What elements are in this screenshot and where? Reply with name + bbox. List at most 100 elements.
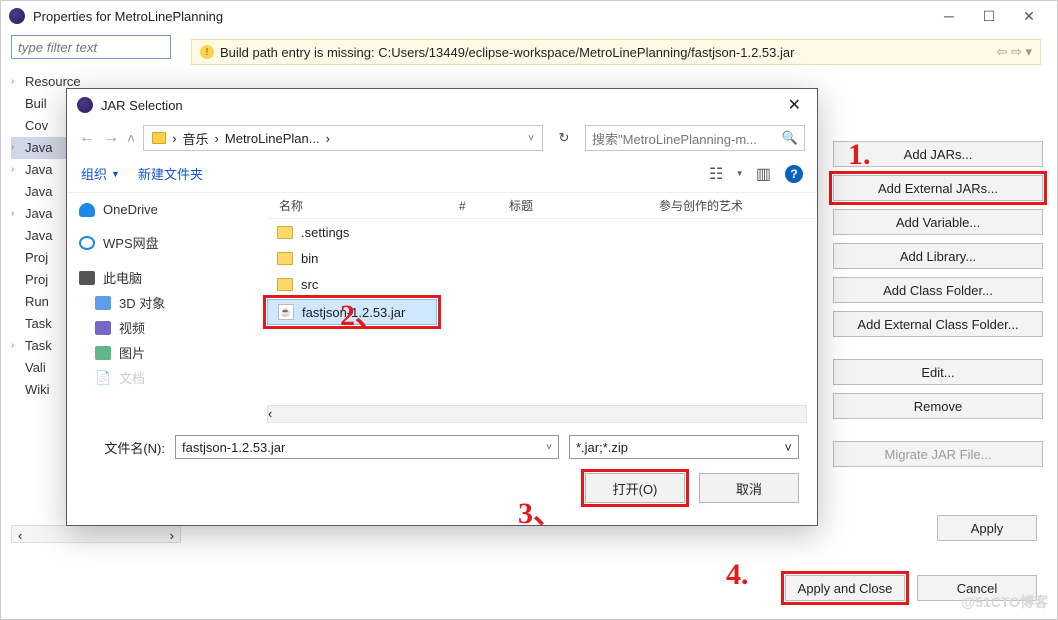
pc-icon [79, 271, 95, 285]
search-placeholder: 搜索"MetroLinePlanning-m... [592, 129, 757, 148]
filetype-select[interactable]: *.jar;*.zip˅ [569, 435, 799, 459]
minimize-button[interactable]: ─ [929, 1, 969, 31]
folder-icon [277, 252, 293, 265]
tree-item[interactable]: Java [25, 181, 52, 203]
file-item[interactable]: .settings [267, 219, 817, 245]
add-variable-button[interactable]: Add Variable... [833, 209, 1043, 235]
col-num[interactable]: # [447, 199, 497, 213]
folder-icon [152, 132, 166, 144]
fd-navbar: ← → ˄ › 音乐 › MetroLinePlan... › ˅ ↻ 搜索"M… [67, 121, 817, 155]
tree-scrollbar[interactable]: ‹› [11, 525, 181, 543]
folder-icon [277, 278, 293, 291]
titlebar: Properties for MetroLinePlanning ─ ☐ ✕ [1, 1, 1057, 31]
filename-input[interactable]: fastjson-1.2.53.jar˅ [175, 435, 559, 459]
nav-images[interactable]: 图片 [119, 343, 145, 362]
migrate-jar-button: Migrate JAR File... [833, 441, 1043, 467]
close-button[interactable]: ✕ [1009, 1, 1049, 31]
col-title[interactable]: 标题 [497, 197, 647, 214]
tree-item[interactable]: Run [25, 291, 49, 313]
col-artist[interactable]: 参与创作的艺术 [647, 197, 755, 214]
fd-title-text: JAR Selection [101, 98, 183, 113]
build-path-buttons: Add JARs... Add External JARs... Add Var… [833, 141, 1043, 467]
nav-onedrive[interactable]: OneDrive [103, 202, 158, 217]
tree-item[interactable]: Java [25, 137, 52, 159]
col-name[interactable]: 名称 [267, 197, 447, 214]
add-library-button[interactable]: Add Library... [833, 243, 1043, 269]
watermark: @51CTO博客 [961, 592, 1048, 612]
window-controls: ─ ☐ ✕ [929, 1, 1049, 31]
eclipse-icon [77, 97, 93, 113]
add-jars-button[interactable]: Add JARs... [833, 141, 1043, 167]
organize-button[interactable]: 组织▼ [81, 164, 120, 183]
preview-pane-icon[interactable]: ▥ [756, 164, 771, 184]
nav-arrows[interactable]: ⇦ ⇨ ▾ [996, 44, 1032, 60]
tree-item[interactable]: Task [25, 335, 52, 357]
view-list-icon[interactable]: ☷ [709, 164, 723, 184]
nav-documents[interactable]: 文档 [119, 368, 145, 387]
tree-item[interactable]: Java [25, 159, 52, 181]
add-class-folder-button[interactable]: Add Class Folder... [833, 277, 1043, 303]
3d-icon [95, 296, 111, 310]
fd-titlebar: JAR Selection ✕ [67, 89, 817, 121]
folder-icon [277, 226, 293, 239]
wps-icon [79, 236, 95, 250]
warning-bar: ! Build path entry is missing: C:Users/1… [191, 39, 1041, 65]
filter-input[interactable] [11, 35, 171, 59]
file-item[interactable]: src [267, 271, 817, 297]
onedrive-icon [79, 203, 95, 217]
nav-pc[interactable]: 此电脑 [103, 268, 142, 287]
jar-icon: ☕ [278, 304, 294, 320]
video-icon [95, 321, 111, 335]
back-button[interactable]: ← [79, 129, 95, 147]
refresh-button[interactable]: ↻ [551, 125, 577, 151]
tree-item[interactable]: Proj [25, 247, 48, 269]
crumb-music[interactable]: 音乐 [183, 129, 209, 148]
open-button[interactable]: 打开(O) [585, 473, 685, 503]
fd-bottom-panel: 文件名(N): fastjson-1.2.53.jar˅ *.jar;*.zip… [67, 423, 817, 517]
eclipse-icon [9, 8, 25, 24]
add-external-class-folder-button[interactable]: Add External Class Folder... [833, 311, 1043, 337]
add-external-jars-button[interactable]: Add External JARs... [833, 175, 1043, 201]
up-button[interactable]: ˄ [127, 130, 135, 146]
tree-item[interactable]: Vali [25, 357, 46, 379]
tree-item[interactable]: Cov [25, 115, 48, 137]
nav-3d[interactable]: 3D 对象 [119, 293, 165, 312]
warning-text: Build path entry is missing: C:Users/134… [220, 45, 794, 60]
h-scrollbar[interactable]: ‹ [267, 405, 807, 423]
search-input[interactable]: 搜索"MetroLinePlanning-m... 🔍 [585, 125, 805, 151]
column-headers[interactable]: 名称 # 标题 参与创作的艺术 [267, 193, 817, 219]
file-item-selected[interactable]: ☕fastjson-1.2.53.jar [267, 299, 437, 325]
tree-item[interactable]: Proj [25, 269, 48, 291]
breadcrumb[interactable]: › 音乐 › MetroLinePlan... › ˅ [143, 125, 543, 151]
file-list-panel: 名称 # 标题 参与创作的艺术 .settings bin src ☕fastj… [267, 193, 817, 423]
new-folder-button[interactable]: 新建文件夹 [138, 164, 203, 183]
remove-button[interactable]: Remove [833, 393, 1043, 419]
tree-item[interactable]: Buil [25, 93, 47, 115]
fd-toolbar: 组织▼ 新建文件夹 ☷▾ ▥ ? [67, 155, 817, 193]
doc-icon: 📄 [95, 370, 111, 386]
nav-wps[interactable]: WPS网盘 [103, 233, 159, 252]
tree-item[interactable]: Task [25, 313, 52, 335]
edit-button[interactable]: Edit... [833, 359, 1043, 385]
tree-item[interactable]: Wiki [25, 379, 50, 401]
image-icon [95, 346, 111, 360]
fd-close-button[interactable]: ✕ [782, 95, 807, 115]
apply-wrap: Apply [937, 515, 1037, 541]
filename-label: 文件名(N): [85, 438, 165, 457]
tree-item[interactable]: Java [25, 225, 52, 247]
file-dialog: JAR Selection ✕ ← → ˄ › 音乐 › MetroLinePl… [66, 88, 818, 526]
warning-icon: ! [200, 45, 214, 59]
window-title: Properties for MetroLinePlanning [33, 9, 223, 24]
forward-button: → [103, 129, 119, 147]
help-icon[interactable]: ? [785, 165, 803, 183]
apply-and-close-button[interactable]: Apply and Close [785, 575, 905, 601]
file-item[interactable]: bin [267, 245, 817, 271]
maximize-button[interactable]: ☐ [969, 1, 1009, 31]
apply-button[interactable]: Apply [937, 515, 1037, 541]
crumb-project[interactable]: MetroLinePlan... [225, 131, 320, 146]
fd-cancel-button[interactable]: 取消 [699, 473, 799, 503]
fd-sidebar[interactable]: OneDrive WPS网盘 此电脑 3D 对象 视频 图片 📄 文档 [67, 193, 267, 423]
search-icon: 🔍 [782, 130, 798, 146]
nav-video[interactable]: 视频 [119, 318, 145, 337]
tree-item[interactable]: Java [25, 203, 52, 225]
